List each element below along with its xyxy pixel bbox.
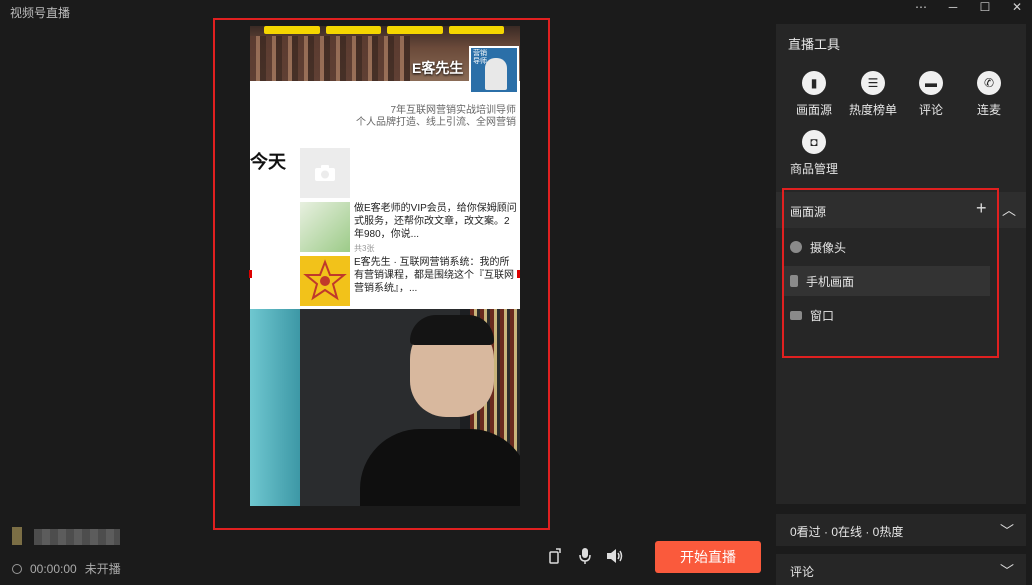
tool-ranking[interactable]: ☰ 热度榜单	[845, 71, 901, 118]
post-thumbnail	[300, 256, 350, 306]
bio-line-1: 7年互联网营销实战培训导师	[390, 105, 516, 116]
chevron-up-icon[interactable]: ︿	[1002, 200, 1016, 220]
stats-text: 0看过 · 0在线 · 0热度	[790, 525, 904, 539]
live-timer: 00:00:00	[30, 561, 77, 576]
profile-bio: 7年互联网营销实战培训导师 个人品牌打造、线上引流、全网营销	[356, 105, 516, 129]
comments-dropdown[interactable]: 评论 ﹀	[776, 554, 1026, 585]
tool-label: 热度榜单	[848, 103, 897, 117]
tool-label: 画面源	[795, 103, 832, 117]
start-live-button[interactable]: 开始直播	[655, 541, 761, 573]
source-icon: ▮	[802, 71, 826, 95]
tool-source[interactable]: ▮ 画面源	[786, 71, 842, 118]
more-menu-icon[interactable]: ⋯	[914, 0, 928, 14]
rotate-screen-icon[interactable]	[547, 548, 563, 564]
post-item[interactable]: 做E客老师的VIP会员，给你保姆顾问式服务，还帮你改文章，改文案。2年980，你…	[300, 202, 520, 253]
tool-products[interactable]: ◘ 商品管理	[786, 130, 842, 177]
phone-screen-preview: E客先生 营销导师 7年互联网营销实战培训导师 个人品牌打造、线上引流、全网营销…	[250, 26, 520, 506]
comments-label: 评论	[790, 565, 815, 579]
comment-icon: ▬	[919, 71, 943, 95]
speaker-icon[interactable]	[607, 548, 623, 564]
resize-handle-left[interactable]	[249, 270, 252, 278]
tool-label: 评论	[918, 103, 943, 117]
banner-crowd-photo	[250, 36, 410, 81]
minimize-icon[interactable]: ─	[946, 0, 960, 14]
bio-line-2: 个人品牌打造、线上引流、全网营销	[356, 117, 516, 128]
star-diagram-icon	[303, 259, 347, 301]
tool-label: 连麦	[976, 103, 1001, 117]
badge-text: 营销导师	[473, 50, 487, 65]
live-status: 00:00:00 未开播	[12, 560, 121, 577]
resize-handle-right[interactable]	[517, 270, 520, 278]
camera-feed	[250, 309, 520, 506]
camera-icon	[315, 165, 335, 181]
call-icon: ✆	[977, 71, 1001, 95]
microphone-icon[interactable]	[577, 548, 593, 564]
close-icon[interactable]: ✕	[1010, 0, 1024, 14]
shopping-bag-icon: ◘	[802, 130, 826, 154]
user-avatar-blurred	[12, 527, 122, 545]
profile-badge-photo: 营销导师	[469, 46, 519, 94]
window-controls: ⋯ ─ ☐ ✕	[914, 0, 1024, 14]
chevron-down-icon: ﹀	[1000, 523, 1014, 539]
section-today-label: 今天	[250, 152, 286, 172]
tool-comment[interactable]: ▬ 评论	[903, 71, 959, 118]
post-thumbnail	[300, 202, 350, 252]
maximize-icon[interactable]: ☐	[978, 0, 992, 14]
post-image-count: 共3张	[354, 244, 375, 253]
tool-call[interactable]: ✆ 连麦	[961, 71, 1017, 118]
banner-ribbon	[264, 26, 504, 34]
post-text: E客先生 · 互联网营销系统：我的所有营销课程，都是围绕这个『互联网营销系统』，…	[354, 257, 514, 294]
camera-upload-tile[interactable]	[300, 148, 350, 198]
app-title: 视频号直播	[10, 6, 71, 20]
media-controls	[547, 548, 623, 564]
chevron-down-icon: ﹀	[1000, 563, 1014, 579]
profile-banner: E客先生 营销导师	[250, 26, 520, 94]
tool-label: 商品管理	[789, 162, 838, 176]
post-text: 做E客老师的VIP会员，给你保姆顾问式服务，还帮你改文章，改文案。2年980，你…	[354, 203, 517, 240]
post-item[interactable]: E客先生 · 互联网营销系统：我的所有营销课程，都是围绕这个『互联网营销系统』，…	[300, 256, 520, 306]
profile-name: E客先生	[412, 60, 464, 76]
ranking-icon: ☰	[861, 71, 885, 95]
source-highlight-frame	[782, 188, 999, 358]
tools-title: 直播工具	[788, 37, 841, 52]
stats-dropdown[interactable]: 0看过 · 0在线 · 0热度 ﹀	[776, 514, 1026, 546]
clock-icon	[12, 563, 22, 574]
live-state: 未开播	[84, 562, 121, 576]
